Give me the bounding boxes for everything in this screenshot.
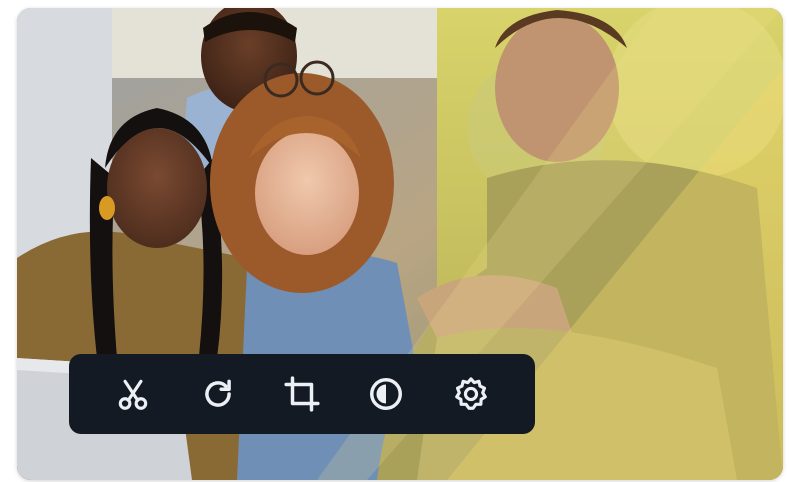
rotate-icon [199, 375, 237, 413]
crop-icon [283, 375, 321, 413]
adjust-button[interactable]: Adjust [358, 366, 414, 422]
scissors-icon [114, 375, 152, 413]
contrast-icon [367, 375, 405, 413]
cut-button[interactable]: Cut [105, 366, 161, 422]
crop-button[interactable]: Crop [274, 366, 330, 422]
settings-button[interactable]: Settings [443, 366, 499, 422]
gear-icon [452, 375, 490, 413]
editing-toolbar: Cut Rotate Crop Adjust Settings [69, 354, 535, 434]
image-editor-frame: Cut Rotate Crop Adjust Settings [17, 8, 783, 480]
rotate-button[interactable]: Rotate [190, 366, 246, 422]
